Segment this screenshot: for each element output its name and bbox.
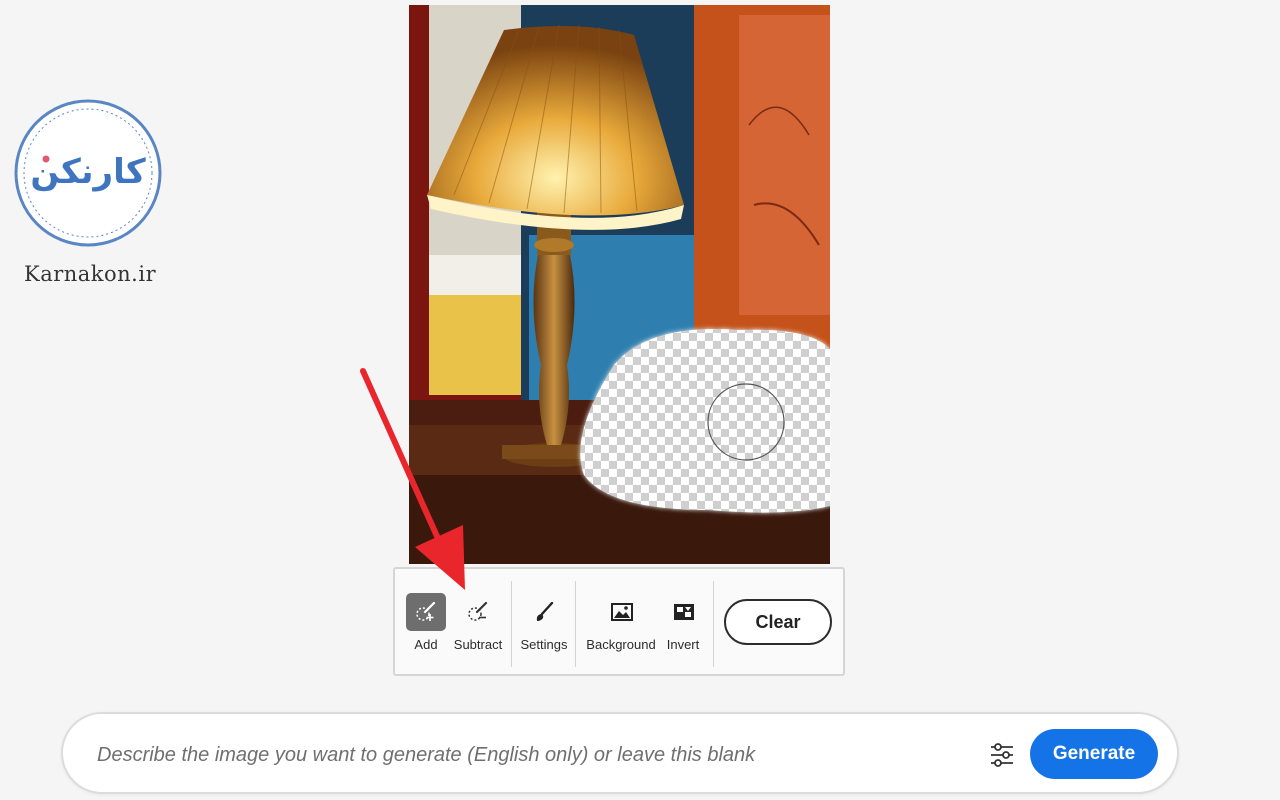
mask-toolbar: Add Subtract Settings Background Invert … [393, 567, 845, 676]
toolbar-divider [713, 581, 714, 667]
image-icon [601, 593, 641, 631]
tool-label: Settings [520, 637, 568, 652]
tool-label: Background [586, 637, 656, 652]
tool-invert[interactable]: Invert [655, 591, 711, 661]
toolbar-divider [511, 581, 512, 667]
brush-subtract-icon [458, 593, 498, 631]
generate-button[interactable]: Generate [1030, 729, 1158, 779]
tool-label: Subtract [453, 637, 503, 652]
tool-label: Invert [666, 637, 700, 652]
paintbrush-icon [524, 593, 564, 631]
tool-label: Add [414, 637, 438, 652]
brush-add-icon [406, 593, 446, 631]
sliders-icon[interactable] [987, 741, 1017, 769]
tool-background[interactable]: Background [584, 591, 658, 661]
tool-subtract[interactable]: Subtract [450, 591, 506, 661]
prompt-input[interactable] [95, 734, 959, 776]
prompt-bar: Generate [61, 712, 1179, 794]
invert-icon [663, 593, 703, 631]
tool-settings[interactable]: Settings [516, 591, 572, 661]
tool-add[interactable]: Add [398, 591, 454, 661]
logo-caption: Karnakon.ir [24, 262, 157, 286]
canvas-image[interactable] [409, 5, 830, 564]
karnakon-logo: کارنکن [12, 97, 164, 249]
clear-button[interactable]: Clear [724, 599, 832, 645]
toolbar-divider [575, 581, 576, 667]
